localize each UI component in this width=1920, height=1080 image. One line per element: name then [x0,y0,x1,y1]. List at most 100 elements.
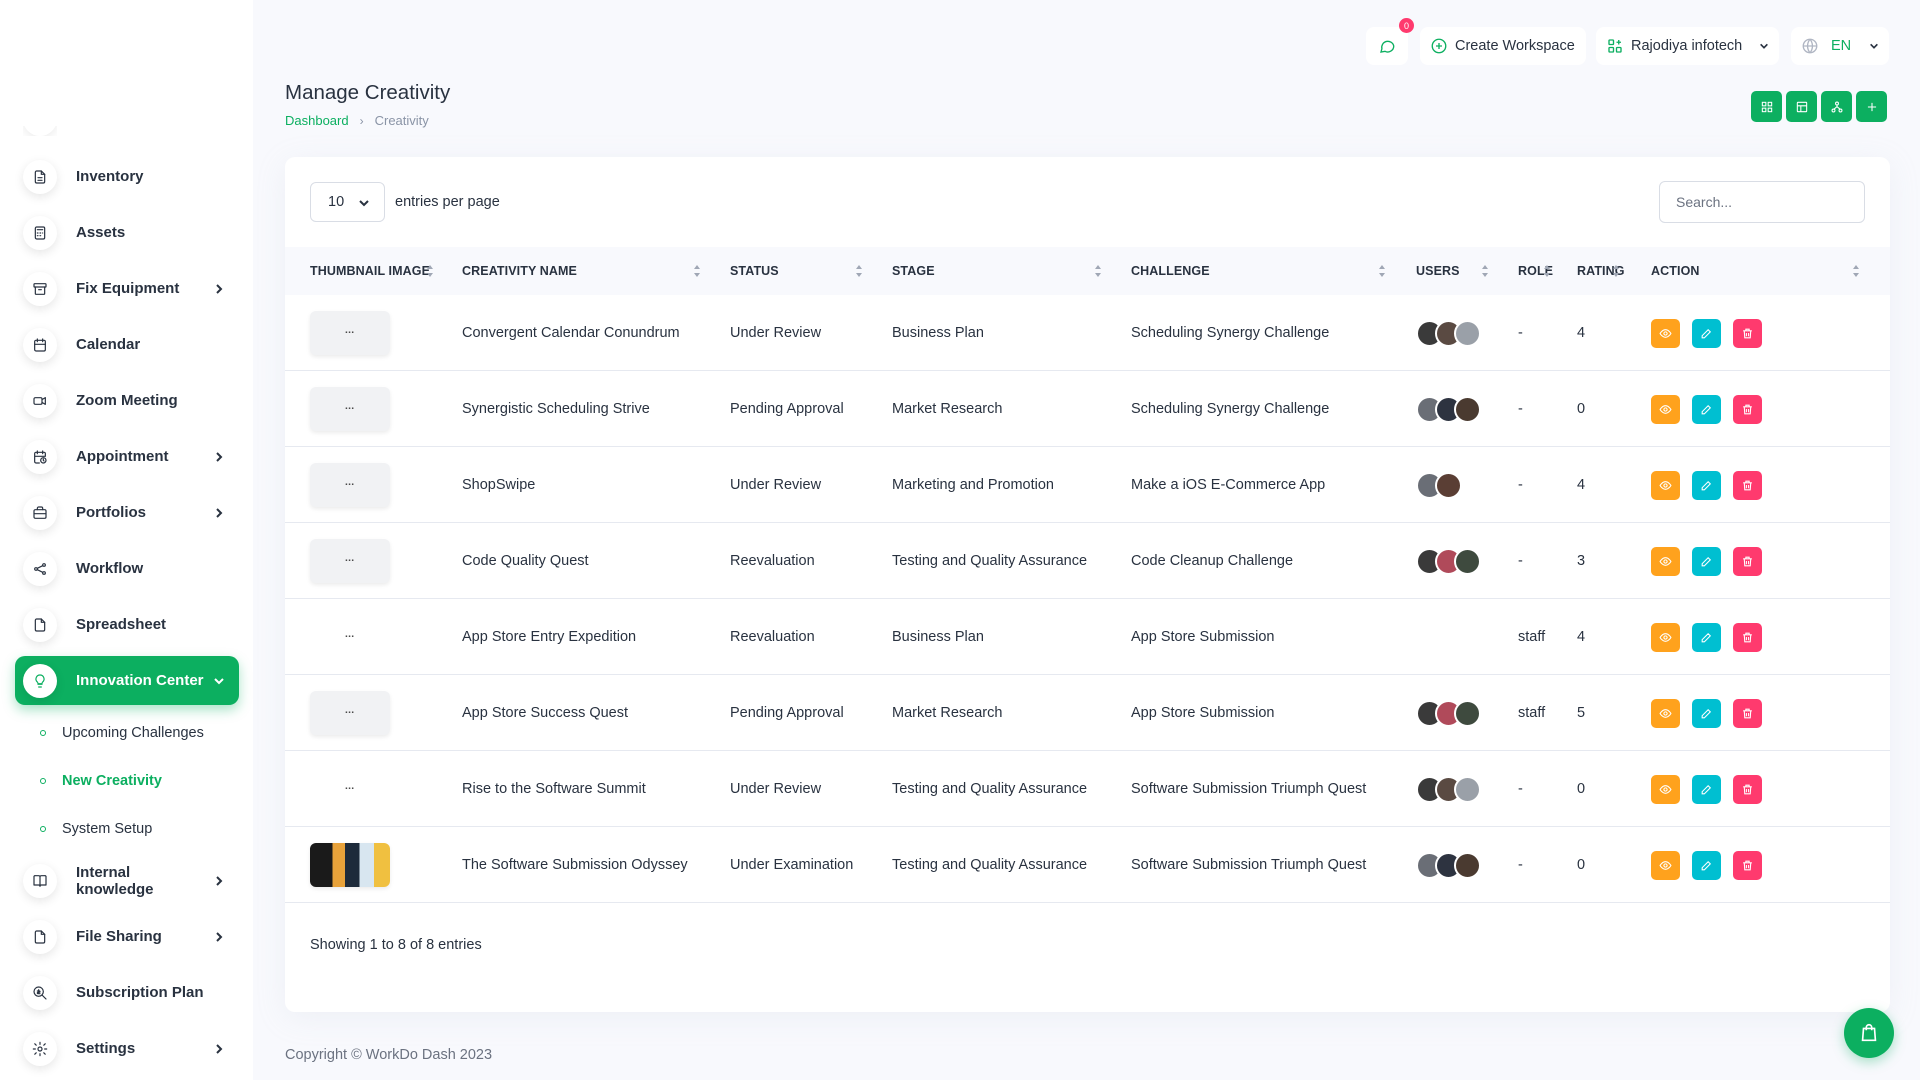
sidebar-item-internal-knowledge[interactable]: Internal knowledge [15,856,239,905]
notifications-button[interactable]: 0 [1366,18,1414,65]
column-header-creativity-name[interactable]: CREATIVITY NAME [462,247,577,295]
search-input[interactable] [1659,181,1865,223]
edit-button[interactable] [1692,698,1721,728]
sidebar-item-assets[interactable]: Assets [15,208,239,257]
thumbnail-image[interactable]: ▪▪▪ [310,463,390,507]
view-button[interactable] [1651,850,1680,880]
thumbnail-image[interactable]: ▪▪▪ [310,311,390,355]
challenge-cell: Software Submission Triumph Quest [1131,827,1366,903]
column-header-status[interactable]: STATUS [730,247,779,295]
thumbnail-image[interactable]: ▪▪▪ [310,691,390,735]
view-button[interactable] [1651,394,1680,424]
sidebar-subitem-system-setup[interactable]: System Setup [40,816,152,842]
add-creativity-button[interactable] [1856,91,1887,122]
sidebar-item-calendar[interactable]: Calendar [15,320,239,369]
edit-button[interactable] [1692,850,1721,880]
language-selector[interactable]: EN [1791,27,1889,65]
chat-icon [1380,40,1395,53]
table-row: ▪▪▪ Rise to the Software Summit Under Revi… [285,751,1890,827]
thumbnail-image[interactable]: ▪▪▪ [310,767,390,811]
column-header-users[interactable]: USERS [1416,247,1460,295]
view-button[interactable] [1651,774,1680,804]
sidebar-item-portfolios[interactable]: Portfolios [15,488,239,537]
thumbnail-image[interactable]: ▪▪▪ [310,615,390,659]
users-cell [1416,447,1462,523]
delete-button[interactable] [1733,850,1762,880]
sidebar-item-spreadsheet[interactable]: Spreadsheet [15,600,239,649]
delete-button[interactable] [1733,622,1762,652]
status-cell: Under Review [730,295,821,371]
role-text: - [1518,477,1523,493]
avatar[interactable] [1435,471,1462,499]
avatar[interactable] [1454,395,1481,423]
sidebar-item-innovation-center[interactable]: Innovation Center [15,656,239,705]
stage-text: Testing and Quality Assurance [892,781,1088,797]
document-icon [23,159,57,194]
breadcrumb-current: Creativity [374,113,429,128]
view-button[interactable] [1651,698,1680,728]
role-text: staff [1518,705,1546,721]
column-header-challenge[interactable]: CHALLENGE [1131,247,1210,295]
sidebar-subitem-new-creativity[interactable]: New Creativity [40,768,162,794]
avatar[interactable] [1454,319,1481,347]
edit-button[interactable] [1692,318,1721,348]
creativity-name: Rise to the Software Summit [462,781,646,797]
sidebar-item-label: File Sharing [76,928,162,945]
avatar[interactable] [1454,775,1481,803]
column-header-thumbnail[interactable]: THUMBNAIL IMAGE [310,247,430,295]
sidebar-item-label: Calendar [76,336,141,353]
workspace-selector[interactable]: Rajodiya infotech [1596,27,1779,65]
edit-button[interactable] [1692,622,1721,652]
chevron-down-icon [1760,43,1768,49]
status-cell: Reevaluation [730,523,815,599]
avatar[interactable] [1454,547,1481,575]
delete-button[interactable] [1733,470,1762,500]
create-workspace-button[interactable]: Create Workspace [1420,27,1586,65]
user-avatars [1416,775,1481,803]
view-button[interactable] [1651,470,1680,500]
eye-icon [1659,556,1672,566]
table-view-button[interactable] [1786,91,1817,122]
view-button[interactable] [1651,622,1680,652]
sidebar-item-workflow[interactable]: Workflow [15,544,239,593]
delete-button[interactable] [1733,546,1762,576]
hierarchy-view-button[interactable] [1821,91,1852,122]
view-button[interactable] [1651,546,1680,576]
column-header-action[interactable]: ACTION [1651,247,1700,295]
edit-button[interactable] [1692,394,1721,424]
delete-button[interactable] [1733,394,1762,424]
sort-icon [1481,264,1489,278]
action-cell [1651,675,1774,751]
avatar[interactable] [1454,851,1481,879]
challenge-cell: Make a iOS E-Commerce App [1131,447,1325,523]
sidebar-item-inventory[interactable]: Inventory [15,152,239,201]
avatar[interactable] [1454,699,1481,727]
sidebar-item-settings[interactable]: Settings [15,1024,239,1073]
thumbnail-image[interactable]: ▪▪▪ [310,539,390,583]
sidebar-item-appointment[interactable]: Appointment [15,432,239,481]
chevron-right-icon [211,281,227,297]
view-button[interactable] [1651,318,1680,348]
breadcrumb-dashboard[interactable]: Dashboard [285,113,349,128]
sidebar-subitem-upcoming-challenges[interactable]: Upcoming Challenges [40,720,204,746]
status-cell: Pending Approval [730,371,844,447]
thumbnail-image[interactable] [310,843,390,887]
sidebar-item-file-sharing[interactable]: File Sharing [15,912,239,961]
trash-icon [1743,784,1752,794]
delete-button[interactable] [1733,698,1762,728]
edit-button[interactable] [1692,546,1721,576]
entries-per-page-select[interactable]: 10 [310,182,385,222]
cart-button[interactable] [1844,1008,1894,1058]
grid-view-button[interactable] [1751,91,1782,122]
pencil-icon [1701,784,1712,794]
delete-button[interactable] [1733,774,1762,804]
sidebar-item-fix-equipment[interactable]: Fix Equipment [15,264,239,313]
sidebar-item-zoom-meeting[interactable]: Zoom Meeting [15,376,239,425]
thumbnail-image[interactable]: ▪▪▪ [310,387,390,431]
column-header-stage[interactable]: STAGE [892,247,935,295]
edit-button[interactable] [1692,774,1721,804]
delete-button[interactable] [1733,318,1762,348]
sidebar-item-subscription-plan[interactable]: Subscription Plan [15,968,239,1017]
edit-button[interactable] [1692,470,1721,500]
action-cell [1651,523,1774,599]
